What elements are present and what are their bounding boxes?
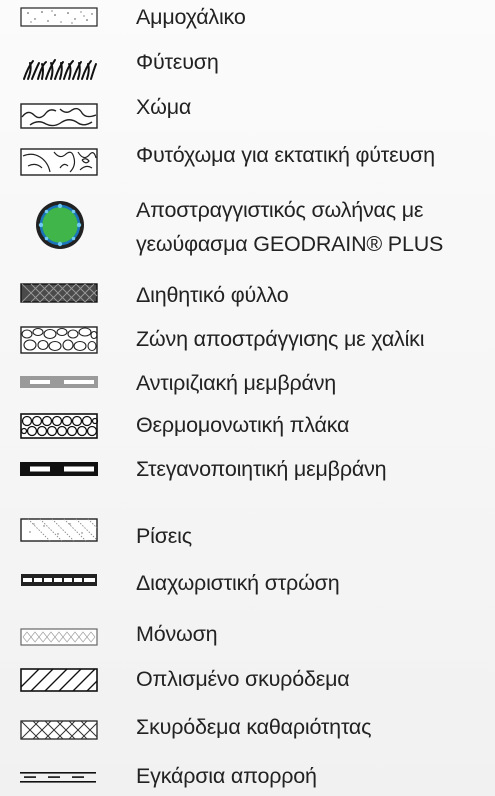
reinforced-concrete-icon bbox=[20, 668, 98, 692]
legend-label: Μόνωση bbox=[136, 622, 218, 646]
legend-label: Ρίσεις bbox=[136, 524, 192, 548]
legend: Αμμοχάλικο Φύτευση Χώμα Φυτόχωμα για εκτ… bbox=[0, 0, 495, 796]
legend-label: Σκυρόδεμα καθαριότητας bbox=[136, 715, 372, 739]
drain-pipe-icon bbox=[34, 199, 86, 251]
legend-label: Οπλισμένο σκυρόδεμα bbox=[136, 667, 350, 691]
transverse-drainage-icon bbox=[20, 770, 98, 784]
legend-label: Αντιριζιακή μεμβράνη bbox=[136, 371, 337, 395]
legend-label: Φυτόχωμα για εκτατική φύτευση bbox=[136, 143, 435, 167]
vegetation-icon bbox=[20, 57, 98, 81]
gravel-drainage-icon bbox=[20, 326, 98, 354]
waterproof-membrane-icon bbox=[20, 461, 98, 477]
lean-concrete-icon bbox=[20, 720, 98, 740]
legend-label: Χώμα bbox=[136, 95, 192, 119]
legend-label: Θερμομονωτική πλάκα bbox=[136, 413, 350, 437]
insulation-icon bbox=[20, 628, 98, 646]
legend-label-line2: γεωύφασμα GEODRAIN® PLUS bbox=[136, 232, 444, 256]
legend-label: Αμμοχάλικο bbox=[136, 5, 246, 29]
sand-gravel-icon bbox=[20, 7, 98, 27]
separation-layer-icon bbox=[20, 573, 98, 587]
legend-label: Διαχωριστική στρώση bbox=[136, 571, 340, 595]
topsoil-icon bbox=[20, 148, 98, 176]
legend-label: Στεγανοποιητική μεμβράνη bbox=[136, 457, 387, 481]
filter-sheet-icon bbox=[20, 283, 98, 303]
insulation-board-icon bbox=[20, 413, 98, 439]
legend-label: Διηθητικό φύλλο bbox=[136, 283, 289, 307]
legend-label: Εγκάρσια απορροή bbox=[136, 764, 317, 788]
legend-label: Αποστραγγιστικός σωλήνας με bbox=[136, 198, 424, 222]
screed-icon bbox=[20, 518, 98, 542]
soil-icon bbox=[20, 103, 98, 129]
legend-label: Φύτευση bbox=[136, 50, 219, 74]
legend-label: Ζώνη αποστράγγισης με χαλίκι bbox=[136, 327, 425, 351]
root-barrier-icon bbox=[20, 374, 98, 390]
